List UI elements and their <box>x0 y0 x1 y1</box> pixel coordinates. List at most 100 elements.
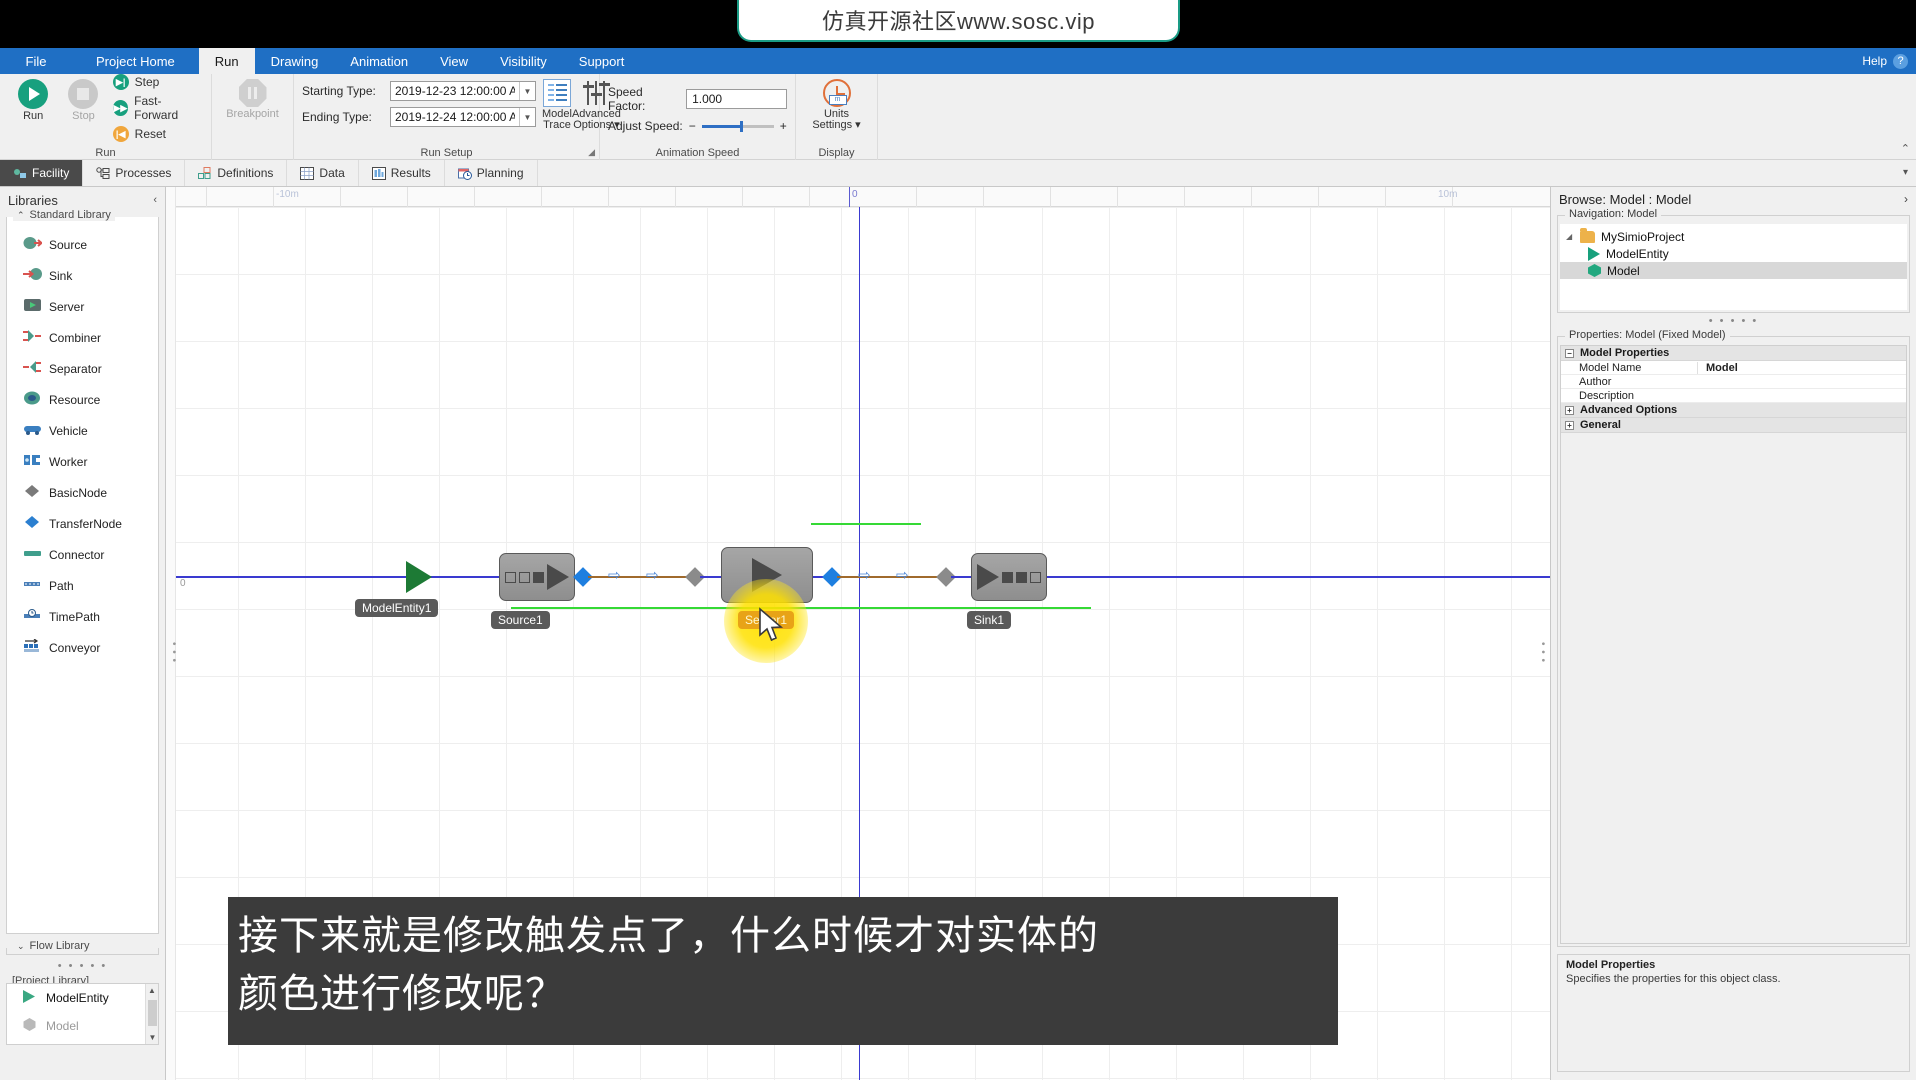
ribbon-tab-view[interactable]: View <box>424 48 484 74</box>
library-item-basicnode[interactable]: BasicNode <box>7 477 158 508</box>
project-item-model[interactable]: Model <box>7 1012 158 1040</box>
breakpoint-button[interactable]: Breakpoint <box>220 77 285 139</box>
canvas-modelentity1-label[interactable]: ModelEntity1 <box>355 599 439 617</box>
navigation-tree[interactable]: ◢ MySimioProject ModelEntity Model <box>1560 224 1907 310</box>
library-item-vehicle[interactable]: Vehicle <box>7 415 158 446</box>
speed-factor-input[interactable]: 1.000 <box>686 89 787 109</box>
canvas-left-splitter[interactable]: • • • <box>168 642 179 663</box>
library-item-worker[interactable]: Worker <box>7 446 158 477</box>
library-item-basicnode-label: BasicNode <box>49 485 108 500</box>
ending-type-combo[interactable]: ▼ <box>390 107 536 127</box>
tab-results-label: Results <box>390 166 431 180</box>
library-item-resource[interactable]: Resource <box>7 384 158 415</box>
standard-library-legend[interactable]: ⌃ Standard Library <box>13 209 115 221</box>
tab-definitions[interactable]: Definitions <box>185 160 288 186</box>
help-label[interactable]: Help <box>1862 54 1887 68</box>
chevron-down-icon[interactable]: ▼ <box>519 108 535 126</box>
chevron-up-icon[interactable]: ⌃ <box>1901 142 1910 155</box>
ribbon-tab-support-label: Support <box>578 53 625 69</box>
canvas-link-server-sink[interactable] <box>837 576 947 578</box>
ribbon-group-run-setup-title: Run Setup <box>420 147 473 159</box>
reset-button[interactable]: |◀ Reset <box>112 126 203 142</box>
property-section-model-properties[interactable]: − Model Properties <box>1561 346 1906 361</box>
library-item-server[interactable]: Server <box>7 291 158 322</box>
library-item-separator[interactable]: Separator <box>7 353 158 384</box>
library-item-transfernode[interactable]: TransferNode <box>7 508 158 539</box>
ribbon-tab-visibility[interactable]: Visibility <box>484 48 563 74</box>
chevron-left-icon[interactable]: ‹ <box>153 194 157 206</box>
project-item-modelentity[interactable]: ModelEntity <box>7 984 158 1012</box>
tab-data[interactable]: Data <box>287 160 359 186</box>
ribbon-tab-file[interactable]: File <box>0 48 72 74</box>
canvas-source1-shape[interactable] <box>499 553 575 601</box>
library-item-connector[interactable]: Connector <box>7 539 158 570</box>
library-item-timepath[interactable]: TimePath <box>7 601 158 632</box>
project-item-modelentity-label: ModelEntity <box>46 991 109 1005</box>
ending-type-input[interactable] <box>391 110 519 124</box>
speed-minus-button[interactable]: − <box>689 119 696 133</box>
library-item-path[interactable]: Path <box>7 570 158 601</box>
stop-icon <box>68 79 99 109</box>
definitions-icon <box>198 166 212 180</box>
canvas-link-source-server[interactable] <box>588 576 698 578</box>
tab-planning[interactable]: Planning <box>445 160 538 186</box>
canvas-sink1-label[interactable]: Sink1 <box>967 611 1012 629</box>
flow-library-legend[interactable]: ⌄ Flow Library <box>13 940 94 952</box>
panel-resize-grip[interactable]: • • • • • <box>0 961 165 972</box>
expand-expander-icon[interactable]: + <box>1565 420 1574 430</box>
chevron-up-icon[interactable]: ⌃ <box>17 210 25 221</box>
property-row-model-name[interactable]: Model Name Model <box>1561 361 1906 375</box>
run-button[interactable]: Run <box>8 77 58 139</box>
tree-item-model[interactable]: Model <box>1560 262 1907 279</box>
canvas-source1-label[interactable]: Source1 <box>491 611 550 629</box>
canvas-modelentity1-shape[interactable] <box>406 561 432 593</box>
adjust-speed-control[interactable]: − + <box>689 119 787 133</box>
property-section-general[interactable]: + General <box>1561 418 1906 433</box>
collapse-expander-icon[interactable]: − <box>1565 348 1574 358</box>
ribbon-tab-drawing[interactable]: Drawing <box>255 48 335 74</box>
starting-type-input[interactable] <box>391 84 519 98</box>
speed-slider[interactable] <box>701 120 774 132</box>
model-trace-button[interactable]: Model Trace <box>542 77 572 139</box>
property-section-advanced-options[interactable]: + Advanced Options <box>1561 403 1906 418</box>
properties-grid[interactable]: − Model Properties Model Name Model Auth… <box>1560 345 1907 944</box>
canvas-right-splitter[interactable]: • • • <box>1537 642 1548 663</box>
scrollbar-thumb[interactable] <box>148 1000 157 1026</box>
ribbon-tab-project-home[interactable]: Project Home <box>72 48 199 74</box>
ribbon-tab-support[interactable]: Support <box>563 48 641 74</box>
library-item-conveyor[interactable]: Conveyor <box>7 632 158 663</box>
speed-plus-button[interactable]: + <box>780 119 787 133</box>
expand-expander-icon[interactable]: + <box>1565 405 1574 415</box>
libraries-title: Libraries <box>8 192 58 208</box>
step-button[interactable]: ▶| Step <box>112 74 203 90</box>
chevron-right-icon[interactable]: › <box>1904 192 1908 206</box>
library-item-source[interactable]: Source <box>7 229 158 260</box>
panel-splitter-grip[interactable]: • • • • • <box>1551 316 1916 327</box>
scroll-down-icon[interactable]: ▼ <box>146 1031 159 1044</box>
tree-item-mysimioproject[interactable]: ◢ MySimioProject <box>1560 227 1907 245</box>
chevron-down-icon[interactable]: ⌄ <box>17 941 25 952</box>
tab-facility[interactable]: Facility <box>0 160 84 186</box>
ribbon-tab-animation[interactable]: Animation <box>334 48 424 74</box>
library-item-sink[interactable]: Sink <box>7 260 158 291</box>
stop-button[interactable]: Stop <box>58 77 108 139</box>
library-item-combiner[interactable]: Combiner <box>7 322 158 353</box>
question-mark-icon[interactable]: ? <box>1893 53 1908 69</box>
starting-type-combo[interactable]: ▼ <box>390 81 536 101</box>
fast-forward-button[interactable]: ▶▶ Fast-Forward <box>112 94 203 122</box>
tab-results[interactable]: Results <box>359 160 445 186</box>
tab-processes[interactable]: Processes <box>83 160 186 186</box>
property-row-author[interactable]: Author <box>1561 375 1906 389</box>
property-row-description[interactable]: Description <box>1561 389 1906 403</box>
units-settings-button[interactable]: m Units Settings ▾ <box>805 77 869 139</box>
property-value-model-name[interactable]: Model <box>1697 361 1906 374</box>
chevron-down-icon[interactable]: ▼ <box>519 82 535 100</box>
chevron-down-icon[interactable]: ▾ <box>1903 167 1908 178</box>
scroll-up-icon[interactable]: ▲ <box>146 984 158 997</box>
project-library-scrollbar[interactable]: ▲ ▼ <box>145 984 158 1044</box>
canvas-sink1-shape[interactable] <box>971 553 1047 601</box>
run-setup-dialog-launcher[interactable]: ◢ <box>588 147 595 158</box>
tree-item-modelentity[interactable]: ModelEntity <box>1560 245 1907 262</box>
ribbon-tab-run[interactable]: Run <box>198 48 255 74</box>
tree-expander-icon[interactable]: ◢ <box>1566 232 1574 241</box>
